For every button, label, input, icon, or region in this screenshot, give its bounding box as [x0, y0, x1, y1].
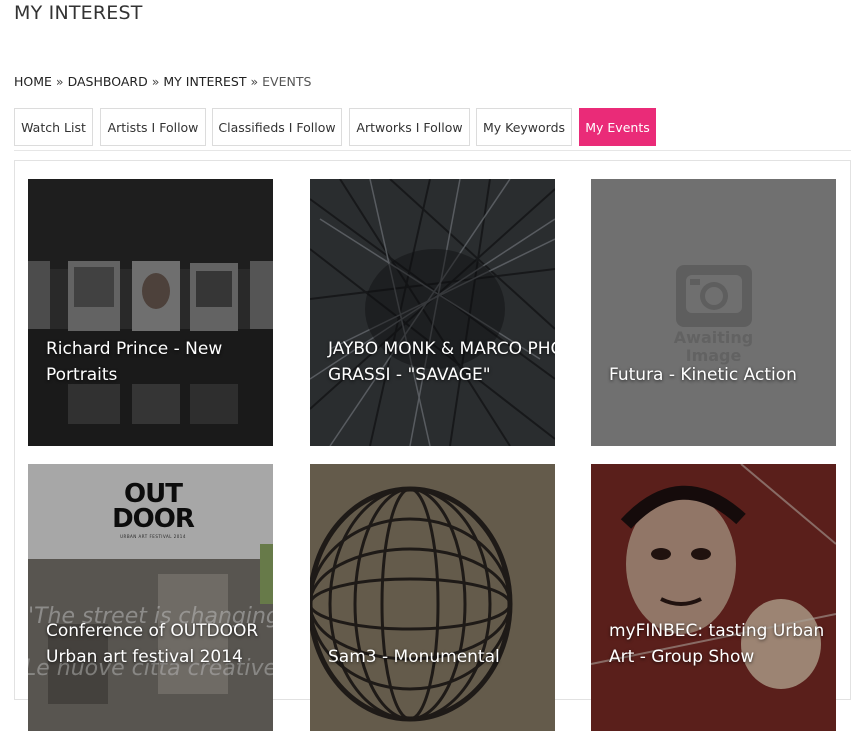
tab-artworks-i-follow[interactable]: Artworks I Follow [349, 108, 470, 146]
breadcrumb-current: EVENTS [262, 74, 312, 89]
event-card[interactable]: JAYBO MONK & MARCO PHOTOS GRASSI - "SAVA… [310, 179, 555, 446]
tab-my-keywords[interactable]: My Keywords [476, 108, 572, 146]
event-title: Conference of OUTDOOR Urban art festival… [46, 621, 259, 667]
image-overlay [28, 179, 273, 446]
image-overlay [591, 464, 836, 731]
events-panel: Richard Prince - New Portraits JAYBO MON… [14, 160, 851, 731]
tab-watch-list[interactable]: Watch List [14, 108, 93, 146]
event-title: Richard Prince - New Portraits [46, 339, 223, 385]
breadcrumb-home[interactable]: HOME [14, 74, 52, 89]
breadcrumb-separator: » [55, 74, 64, 89]
image-overlay [310, 464, 555, 731]
image-overlay [310, 179, 555, 446]
breadcrumb-separator: » [151, 74, 160, 89]
event-title: Futura - Kinetic Action [609, 365, 797, 385]
tabs-divider [14, 150, 851, 151]
event-card[interactable]: Awaiting Image Futura - Kinetic Action [591, 179, 836, 446]
event-card[interactable]: Sam3 - Monumental [310, 464, 555, 731]
tab-classifieds-i-follow[interactable]: Classifieds I Follow [212, 108, 342, 146]
breadcrumb-separator: » [250, 74, 259, 89]
breadcrumb: HOME» DASHBOARD» MY INTEREST» EVENTS [14, 74, 311, 89]
page-title: MY INTEREST [14, 2, 143, 24]
breadcrumb-dashboard[interactable]: DASHBOARD [68, 74, 148, 89]
image-overlay [591, 179, 836, 446]
breadcrumb-my-interest[interactable]: MY INTEREST [163, 74, 246, 89]
image-overlay [28, 464, 273, 731]
event-card[interactable]: myFINBEC: tasting Urban Art - Group Show [591, 464, 836, 731]
event-title: Sam3 - Monumental [328, 647, 500, 667]
event-title: myFINBEC: tasting Urban Art - Group Show [609, 621, 825, 667]
event-card[interactable]: Richard Prince - New Portraits [28, 179, 273, 446]
tab-artists-i-follow[interactable]: Artists I Follow [100, 108, 206, 146]
event-card[interactable]: OUT DOOR URBAN ART FESTIVAL 2014 "The st… [28, 464, 273, 731]
event-title: JAYBO MONK & MARCO PHOTOS GRASSI - "SAVA… [328, 339, 555, 385]
tab-my-events[interactable]: My Events [579, 108, 656, 146]
